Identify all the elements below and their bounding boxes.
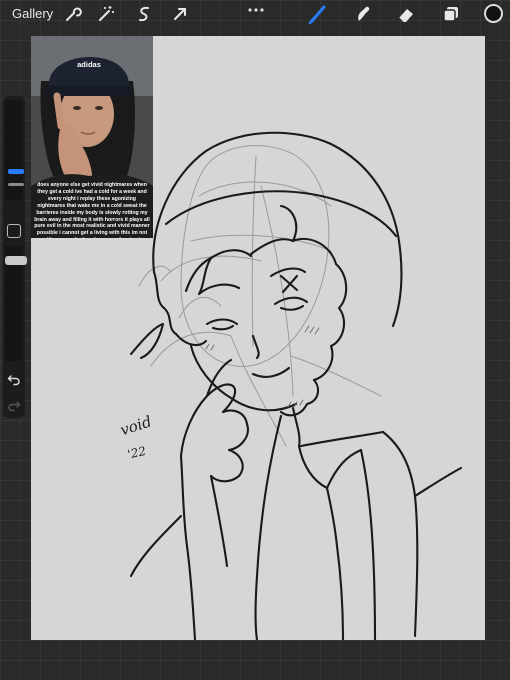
drawing-canvas[interactable]: adidas does anyone else get vivid nightm… — [31, 36, 485, 640]
signature-text: void — [118, 412, 154, 439]
more-options-icon[interactable] — [246, 2, 266, 12]
top-toolbar: Gallery — [0, 0, 510, 30]
undo-icon[interactable] — [7, 372, 21, 386]
transform-arrow-icon[interactable] — [169, 3, 191, 25]
selection-icon[interactable] — [133, 3, 155, 25]
smudge-icon[interactable] — [351, 3, 373, 25]
sidebar — [3, 96, 27, 418]
signature-year: '22 — [126, 444, 147, 462]
eraser-icon[interactable] — [395, 3, 417, 25]
sketch-layer: void '22 — [118, 131, 463, 640]
redo-icon[interactable] — [7, 398, 21, 412]
magic-wand-icon[interactable] — [95, 3, 117, 25]
brush-size-slider[interactable] — [5, 100, 24, 200]
wrench-icon[interactable] — [61, 3, 83, 25]
opacity-slider[interactable] — [5, 246, 27, 361]
color-picker-swatch[interactable] — [484, 4, 503, 23]
opacity-handle[interactable] — [5, 256, 27, 265]
modify-button[interactable] — [7, 224, 21, 238]
brush-size-handle[interactable] — [8, 169, 24, 174]
brush-icon[interactable] — [307, 3, 329, 25]
layers-icon[interactable] — [440, 3, 462, 25]
brush-size-indicator — [8, 183, 24, 186]
gallery-button[interactable]: Gallery — [12, 6, 53, 21]
